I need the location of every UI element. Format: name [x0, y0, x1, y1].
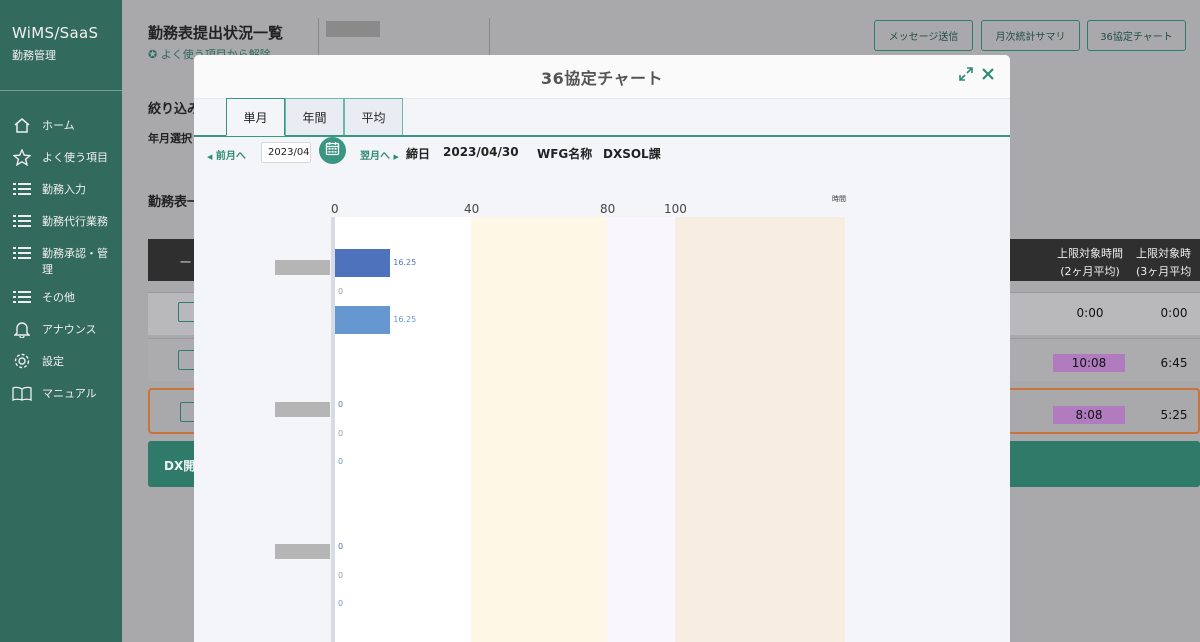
chart-bar[interactable] — [335, 249, 391, 277]
bell-icon — [12, 320, 32, 338]
home-icon — [12, 116, 32, 134]
avg3-cell: 6:45 — [1160, 356, 1188, 370]
plot-area — [335, 217, 471, 642]
calendar-button[interactable] — [319, 137, 346, 164]
threshold-band — [607, 217, 675, 642]
sidebar-item-settings[interactable]: 設定 — [0, 348, 122, 380]
list-icon — [12, 288, 32, 306]
list-icon — [12, 180, 32, 198]
bar-value-label: 0 — [338, 400, 344, 409]
expand-icon[interactable] — [958, 67, 974, 83]
sidebar-item-announce[interactable]: アナウンス — [0, 316, 122, 348]
sidebar-item-label: 勤務承認・管理 — [42, 247, 108, 276]
avg2-badge: 10:08 — [1053, 354, 1125, 372]
send-message-button[interactable]: メッセージ送信 — [874, 20, 973, 51]
brand-subtitle: 勤務管理 — [12, 49, 56, 62]
bar-value-label: 16.25 — [393, 315, 417, 324]
avg3-cell: 0:00 — [1160, 306, 1188, 320]
category-label-masked — [275, 543, 330, 559]
star-icon — [12, 148, 32, 166]
group-label: DX開 — [164, 459, 196, 473]
bar-value-label: 0 — [338, 570, 344, 580]
tab-average[interactable]: 平均 — [344, 98, 403, 136]
list-icon — [12, 244, 32, 262]
sidebar-item-proxy[interactable]: 勤務代行業務 — [0, 208, 122, 240]
tab-yearly[interactable]: 年間 — [285, 98, 344, 136]
list-title: 勤務表一 — [148, 195, 201, 210]
chart36-button[interactable]: 36協定チャート — [1087, 20, 1186, 51]
next-month-link[interactable]: 翌月へ ▶ — [360, 147, 399, 162]
sidebar-item-approval[interactable]: 勤務承認・管理 — [0, 240, 122, 284]
chart36-modal: 36協定チャート 単月 年間 平均 ◀ 前月へ 2023/04 翌月へ ▶ 締日… — [194, 55, 1010, 642]
calendar-icon — [325, 141, 340, 160]
close-icon[interactable] — [980, 67, 996, 83]
bar-value-label: 16.25 — [393, 258, 417, 267]
page-title: 勤務表提出状況一覧 — [148, 24, 284, 42]
x-tick-label: 40 — [464, 202, 480, 216]
table-header-cell: 一 — [180, 256, 191, 269]
sidebar-item-manual[interactable]: マニュアル — [0, 380, 122, 412]
x-tick-label: 80 — [600, 202, 616, 216]
bar-value-label: 0 — [338, 599, 344, 608]
sidebar-item-label: 勤務代行業務 — [42, 215, 108, 228]
gear-icon — [12, 352, 32, 370]
chart-bar[interactable] — [335, 306, 391, 334]
star-circle-icon: ✪ — [148, 48, 161, 61]
header-divider — [489, 18, 490, 60]
category-label-masked — [275, 401, 330, 417]
avg3-cell: 5:25 — [1160, 408, 1188, 422]
threshold-band — [675, 217, 845, 642]
sidebar-item-home[interactable]: ホーム — [0, 112, 122, 144]
table-header-cell: 上限対象時 (3ヶ月平均 — [1136, 247, 1192, 278]
bar-value-label: 0 — [338, 428, 344, 438]
list-icon — [12, 212, 32, 230]
table-header-cell: 上限対象時間 (2ヶ月平均) — [1057, 247, 1123, 278]
threshold-band — [471, 217, 607, 642]
filter-title: 絞り込み — [148, 102, 201, 117]
sidebar-item-label: 設定 — [42, 355, 64, 368]
monthly-summary-button[interactable]: 月次統計サマリ — [981, 20, 1080, 51]
x-tick-label: 0 — [331, 202, 339, 216]
caret-left-icon: ◀ — [207, 153, 213, 161]
masked-value — [326, 21, 380, 37]
sidebar-item-label: その他 — [42, 291, 75, 304]
brand-title: WiMS/SaaS — [12, 24, 99, 42]
sidebar-item-label: アナウンス — [42, 323, 97, 336]
sidebar-item-label: 勤務入力 — [42, 183, 86, 196]
tab-monthly[interactable]: 単月 — [226, 98, 285, 136]
category-label-masked — [275, 259, 330, 275]
prev-month-link[interactable]: ◀ 前月へ — [207, 147, 246, 162]
x-tick-label: 100 — [664, 202, 687, 216]
modal-title: 36協定チャート — [540, 69, 664, 88]
sidebar-item-other[interactable]: その他 — [0, 284, 122, 316]
bar-value-label: 0 — [338, 457, 344, 466]
modal-header: 36協定チャート — [194, 55, 1010, 99]
header-divider — [318, 18, 319, 60]
sidebar: WiMS/SaaS 勤務管理 ホーム よく使う項目 勤務入力 勤務代行業務 勤務… — [0, 0, 122, 642]
year-select-label: 年月選択 — [148, 132, 192, 145]
wfg-label: WFG名称 — [537, 147, 593, 161]
book-icon — [12, 384, 32, 402]
sidebar-nav: ホーム よく使う項目 勤務入力 勤務代行業務 勤務承認・管理 その他 アナウンス — [0, 112, 122, 412]
axis-unit-label: 時間 — [832, 195, 846, 203]
wfg-value: DXSOL課 — [603, 147, 661, 161]
sidebar-item-favorites[interactable]: よく使う項目 — [0, 144, 122, 176]
month-input[interactable]: 2023/04 — [261, 142, 311, 163]
sidebar-item-label: よく使う項目 — [42, 151, 108, 164]
avg2-cell: 0:00 — [1076, 306, 1104, 320]
bar-value-label: 0 — [338, 542, 344, 551]
tab-underline — [194, 135, 1010, 137]
chart-tabs: 単月 年間 平均 — [226, 98, 403, 136]
sidebar-divider — [0, 90, 122, 91]
chart-area: 時間 0 40 80 100 16.25 0 16.25 0 0 0 0 0 0 — [194, 180, 1010, 642]
closing-date: 2023/04/30 — [443, 145, 519, 159]
sidebar-item-label: ホーム — [42, 119, 75, 132]
sidebar-item-label: マニュアル — [42, 387, 97, 400]
sidebar-item-work-input[interactable]: 勤務入力 — [0, 176, 122, 208]
avg2-badge: 8:08 — [1053, 406, 1125, 424]
caret-right-icon: ▶ — [393, 153, 399, 161]
y-axis-line — [331, 217, 335, 642]
bar-value-label: 0 — [338, 286, 344, 296]
closing-label: 締日 — [406, 147, 431, 161]
